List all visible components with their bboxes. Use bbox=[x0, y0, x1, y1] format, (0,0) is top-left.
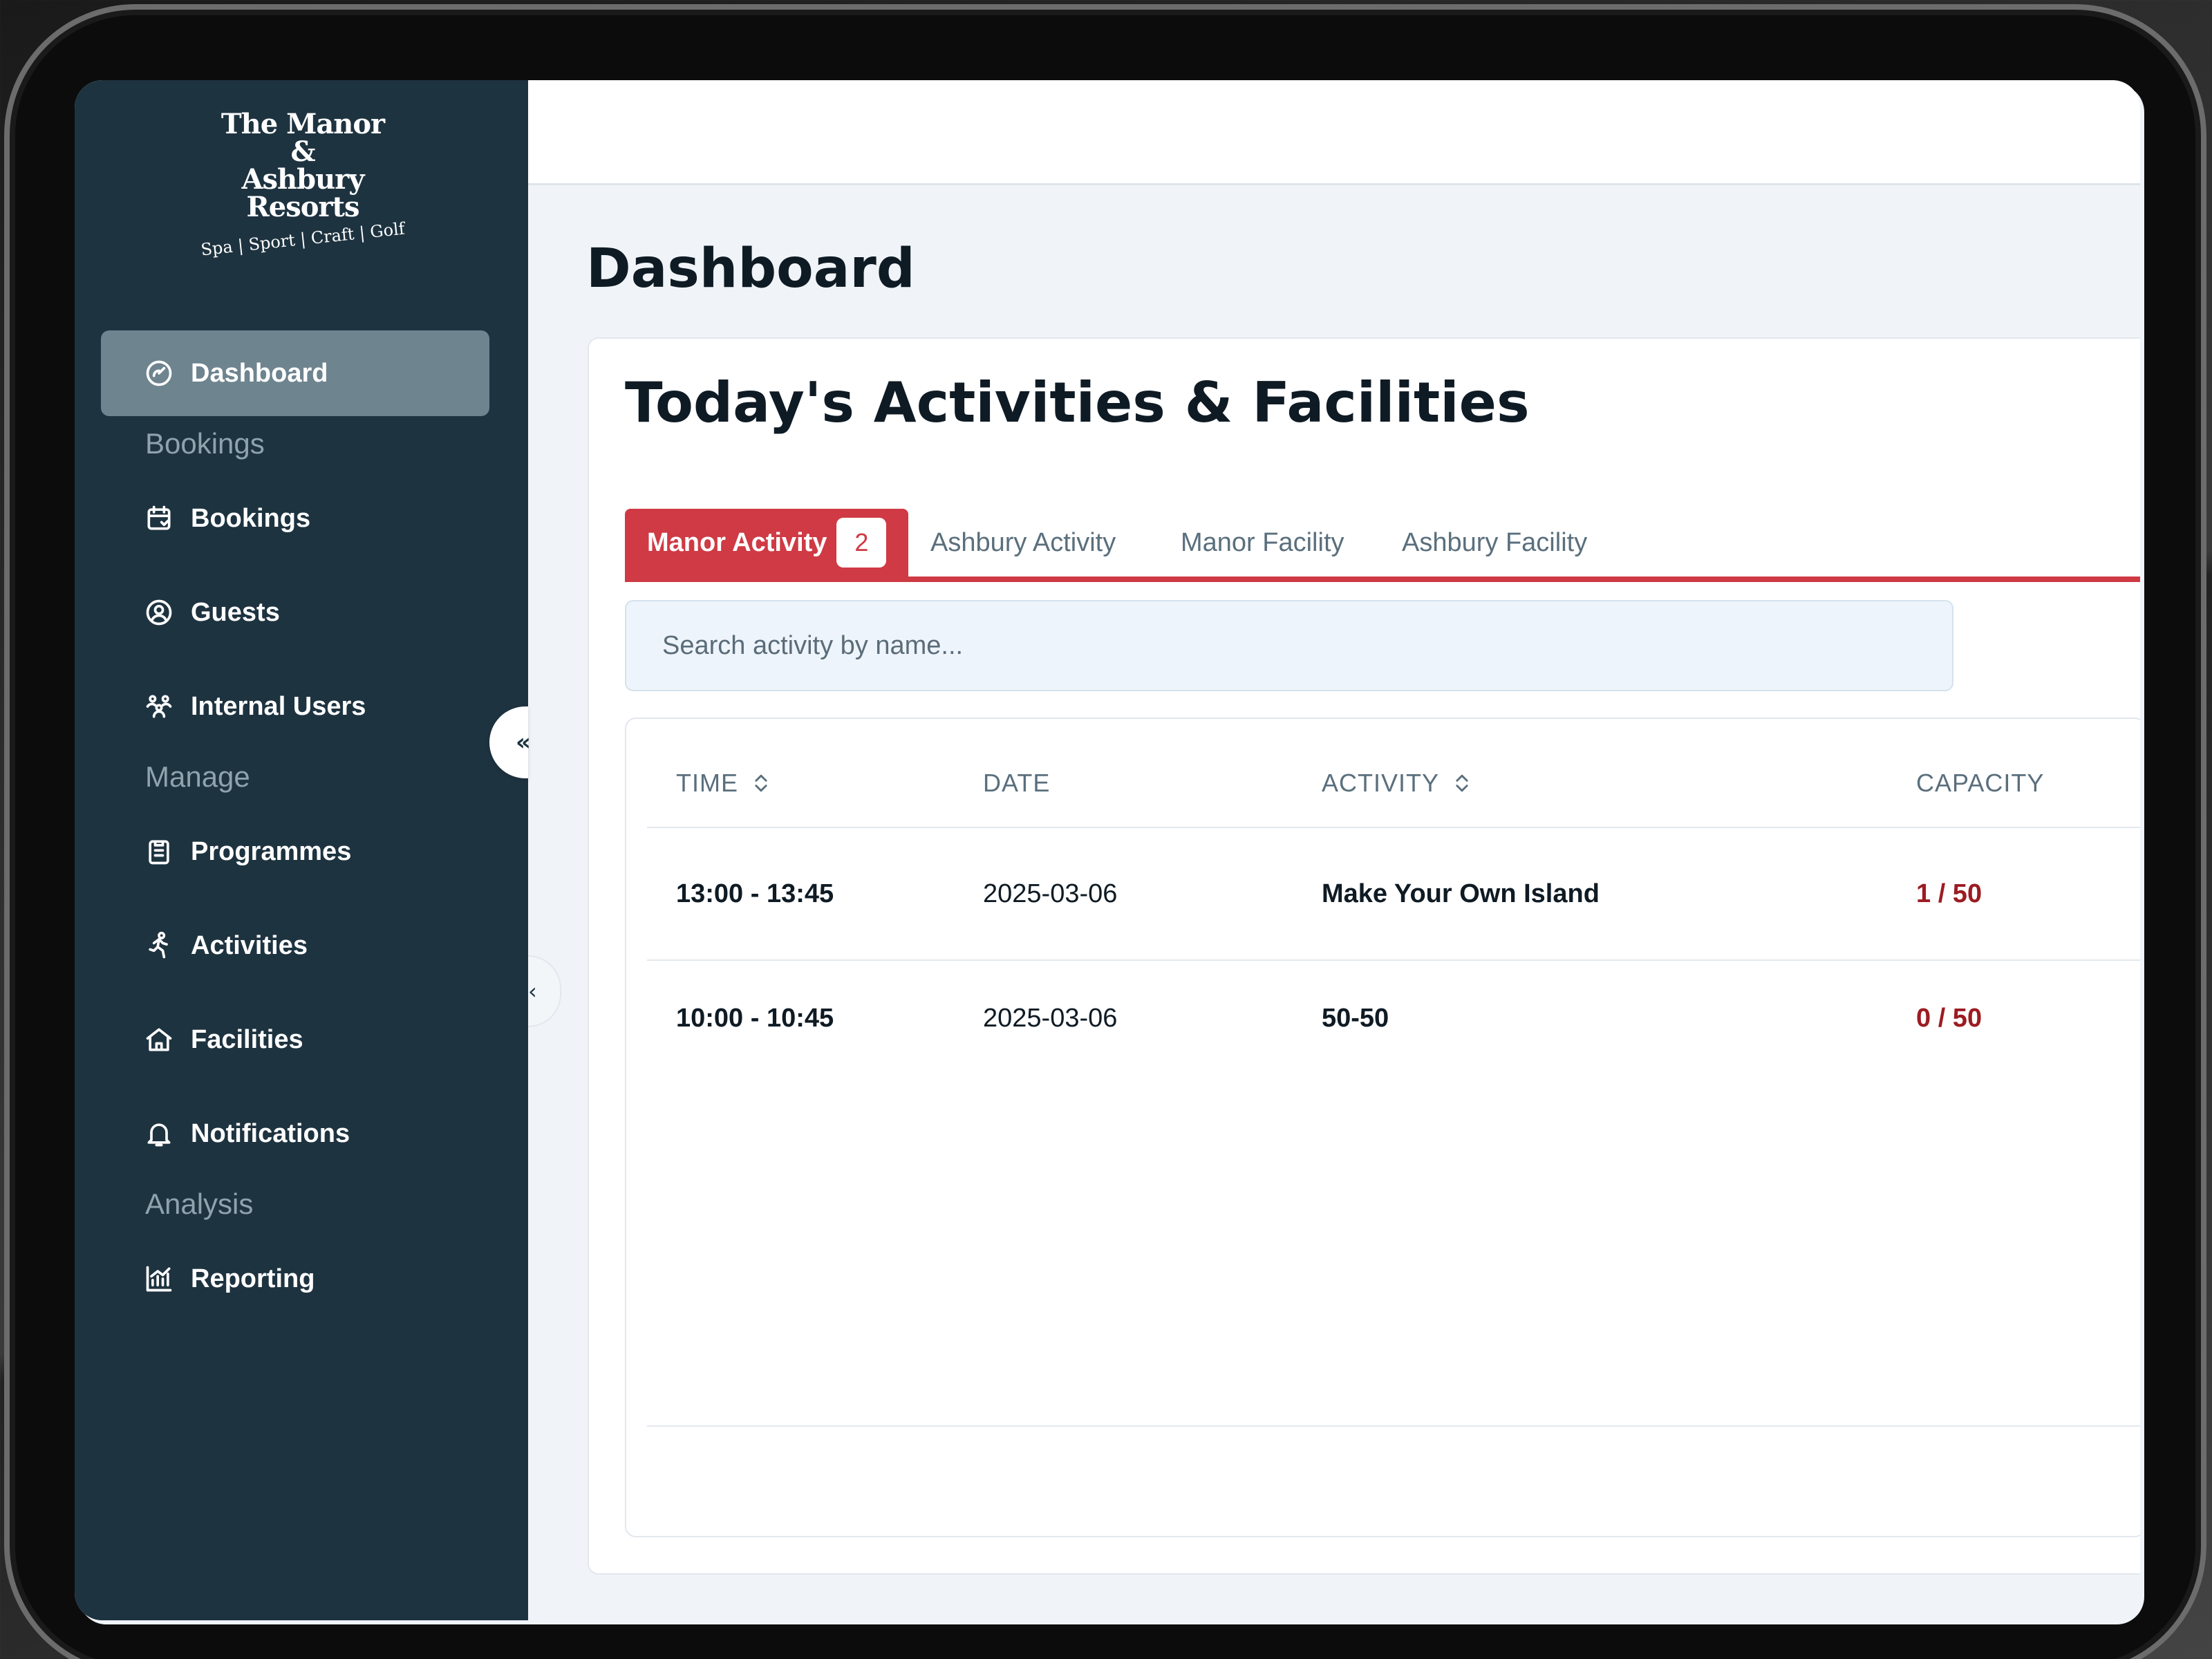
column-header-label: DATE bbox=[983, 769, 1051, 797]
column-header-capacity: CAPACITY bbox=[1916, 769, 2044, 798]
clipboard-icon bbox=[149, 840, 169, 865]
sidebar-item-label: Facilities bbox=[191, 1024, 303, 1054]
bell-icon bbox=[147, 1123, 171, 1147]
users-icon bbox=[146, 695, 172, 718]
column-header-label: ACTIVITY bbox=[1322, 769, 1440, 797]
sidebar-section-analysis: Analysis bbox=[145, 1188, 254, 1220]
tab-bar: Manor Activity 2 Ashbury Activity Manor … bbox=[625, 509, 2140, 582]
sidebar-item-facilities[interactable]: Facilities bbox=[144, 1019, 303, 1060]
sidebar-item-label: Notifications bbox=[191, 1118, 350, 1148]
sidebar-item-activities[interactable]: Activities bbox=[144, 925, 308, 966]
running-icon bbox=[149, 931, 168, 959]
app-viewport: The Manor & Ashbury Resorts Spa | Sport … bbox=[75, 80, 2140, 1620]
chart-icon bbox=[146, 1266, 172, 1292]
row-divider bbox=[647, 959, 2140, 961]
column-header-label: TIME bbox=[676, 769, 738, 797]
sidebar-section-bookings: Bookings bbox=[145, 427, 265, 460]
sidebar-item-label: Dashboard bbox=[191, 358, 328, 388]
cell-date: 2025-03-06 bbox=[983, 879, 1118, 908]
count-badge: 2 bbox=[836, 518, 887, 568]
sidebar-item-label: Internal Users bbox=[191, 691, 366, 721]
cell-activity[interactable]: Make Your Own Island bbox=[1322, 879, 1600, 909]
sort-icon[interactable] bbox=[753, 771, 769, 796]
top-bar bbox=[528, 80, 2140, 185]
column-header-activity[interactable]: ACTIVITY bbox=[1322, 769, 1470, 798]
tab-label: Ashbury Facility bbox=[1402, 527, 1588, 557]
sidebar-item-bookings[interactable]: Bookings bbox=[144, 498, 310, 539]
cell-date: 2025-03-06 bbox=[983, 1004, 1118, 1033]
logo-line-3: Ashbury bbox=[241, 163, 364, 196]
cell-capacity: 0 / 50 bbox=[1916, 1004, 1983, 1033]
brand-logo[interactable]: The Manor & Ashbury Resorts Spa | Sport … bbox=[178, 111, 427, 318]
column-header-label: CAPACITY bbox=[1916, 769, 2045, 797]
chevron-double-left-icon: « bbox=[516, 729, 531, 756]
logo-line-1: The Manor bbox=[221, 108, 385, 140]
logo-line-2: & bbox=[290, 135, 315, 168]
column-header-date: DATE bbox=[983, 769, 1050, 798]
sidebar-item-programmes[interactable]: Programmes bbox=[144, 831, 351, 872]
sidebar-item-reporting[interactable]: Reporting bbox=[144, 1258, 315, 1300]
card-title: Today's Activities & Facilities bbox=[625, 371, 1530, 435]
calendar-icon bbox=[147, 505, 171, 530]
tab-label: Manor Facility bbox=[1181, 527, 1344, 557]
cell-time: 13:00 - 13:45 bbox=[676, 879, 834, 908]
sidebar-section-manage: Manage bbox=[145, 760, 250, 793]
tab-ashbury-facility[interactable]: Ashbury Facility bbox=[1402, 509, 1587, 577]
sidebar-item-internal-users[interactable]: Internal Users bbox=[144, 686, 366, 727]
sidebar-item-label: Bookings bbox=[191, 503, 311, 533]
sidebar-item-label: Reporting bbox=[191, 1264, 315, 1293]
tab-label: Ashbury Activity bbox=[930, 527, 1116, 557]
tab-ashbury-activity[interactable]: Ashbury Activity bbox=[930, 509, 1116, 577]
cell-capacity: 1 / 50 bbox=[1916, 879, 1983, 908]
sidebar-item-label: Activities bbox=[191, 930, 308, 960]
sort-icon[interactable] bbox=[1454, 771, 1470, 796]
logo-tagline: Spa | Sport | Craft | Golf bbox=[200, 218, 406, 260]
user-circle-icon bbox=[146, 599, 172, 626]
column-header-time[interactable]: TIME bbox=[676, 769, 769, 798]
cell-activity[interactable]: 50-50 bbox=[1322, 1004, 1389, 1033]
sidebar-item-notifications[interactable]: Notifications bbox=[144, 1113, 350, 1154]
tab-manor-facility[interactable]: Manor Facility bbox=[1181, 509, 1344, 577]
page-title: Dashboard bbox=[586, 238, 915, 300]
search-input[interactable] bbox=[625, 600, 1953, 691]
sidebar-item-label: Guests bbox=[191, 597, 280, 627]
logo-line-4: Resorts bbox=[246, 191, 360, 223]
tab-manor-activity[interactable]: Manor Activity 2 bbox=[625, 509, 908, 577]
sidebar-item-label: Programmes bbox=[191, 836, 352, 866]
sidebar-item-guests[interactable]: Guests bbox=[144, 592, 280, 633]
gauge-icon bbox=[146, 360, 172, 386]
chevron-left-icon: ‹ bbox=[528, 978, 537, 1004]
activities-table bbox=[625, 718, 2140, 1537]
table-footer-divider bbox=[647, 1425, 2140, 1427]
cell-time: 10:00 - 10:45 bbox=[676, 1004, 834, 1033]
home-icon bbox=[146, 1028, 172, 1051]
sidebar-item-dashboard[interactable]: Dashboard bbox=[144, 353, 328, 394]
tab-label: Manor Activity bbox=[647, 527, 827, 557]
header-divider bbox=[647, 827, 2140, 828]
